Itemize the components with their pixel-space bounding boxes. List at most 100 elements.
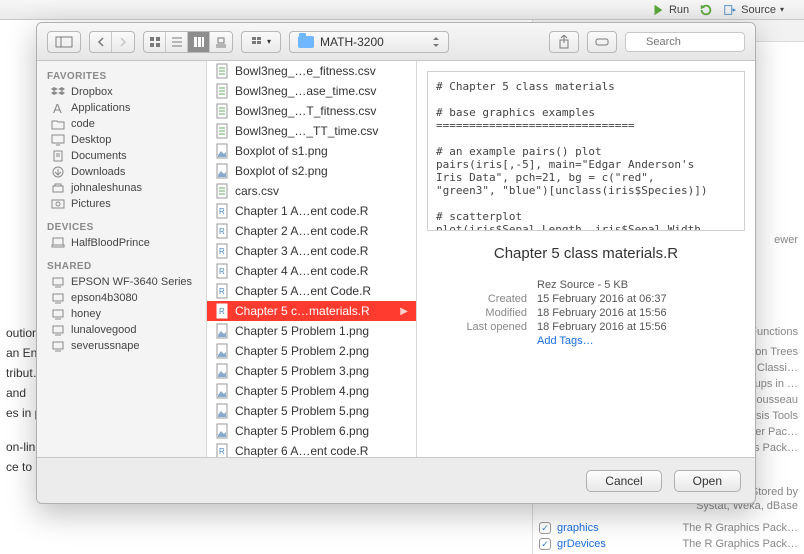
sidebar-icon	[51, 324, 65, 336]
file-name: Chapter 4 A…ent code.R	[235, 264, 368, 278]
arrange-button[interactable]: ▾	[241, 31, 281, 53]
sidebar-item[interactable]: Documents	[37, 148, 206, 164]
sidebar-item[interactable]: epson4b3080	[37, 290, 206, 306]
checkbox-icon[interactable]: ✓	[539, 522, 551, 534]
back-button[interactable]	[90, 32, 112, 52]
file-row[interactable]: Chapter 5 Problem 4.png	[207, 381, 416, 401]
sidebar-header-devices: Devices	[37, 218, 206, 235]
column-view-button[interactable]	[188, 32, 210, 52]
icon-view-button[interactable]	[144, 32, 166, 52]
run-button[interactable]: Run	[651, 3, 689, 17]
file-row[interactable]: Bowl3neg_…T_fitness.csv	[207, 101, 416, 121]
sidebar-item[interactable]: honey	[37, 306, 206, 322]
sidebar-header-favorites: Favorites	[37, 67, 206, 84]
sidebar-item[interactable]: Downloads	[37, 164, 206, 180]
path-popup[interactable]: MATH-3200	[289, 31, 449, 53]
sidebar-item-label: Downloads	[71, 166, 125, 178]
tags-button[interactable]	[587, 31, 617, 53]
file-row[interactable]: RChapter 5 c…materials.R▶	[207, 301, 416, 321]
checkbox-icon[interactable]: ✓	[539, 538, 551, 550]
sidebar-item[interactable]: Desktop	[37, 132, 206, 148]
file-icon	[215, 143, 229, 159]
open-button[interactable]: Open	[674, 470, 741, 492]
sidebar-item-label: Applications	[71, 102, 130, 114]
source-label: Source	[741, 4, 776, 16]
sidebar-item[interactable]: severussnape	[37, 338, 206, 354]
file-row[interactable]: Boxplot of s1.png	[207, 141, 416, 161]
svg-text:R: R	[219, 227, 225, 236]
file-row[interactable]: Chapter 5 Problem 5.png	[207, 401, 416, 421]
file-icon: R	[215, 203, 229, 219]
sidebar-icon	[51, 134, 65, 146]
view-mode-segment	[143, 31, 233, 53]
file-row[interactable]: Chapter 5 Problem 1.png	[207, 321, 416, 341]
file-row[interactable]: Bowl3neg_…_TT_time.csv	[207, 121, 416, 141]
sidebar-icon	[51, 118, 65, 130]
share-button[interactable]	[549, 31, 579, 53]
file-row[interactable]: R Chapter 1 A…ent code.R	[207, 201, 416, 221]
arrange-icon	[251, 36, 265, 48]
file-name: Chapter 1 A…ent code.R	[235, 204, 368, 218]
package-name[interactable]: graphics	[557, 522, 599, 534]
file-name: Chapter 5 Problem 3.png	[235, 364, 369, 378]
bg-fragment: Functions	[750, 326, 798, 338]
coverflow-view-button[interactable]	[210, 32, 232, 52]
file-row[interactable]: cars.csv	[207, 181, 416, 201]
search-field-wrap	[625, 32, 745, 52]
path-label: MATH-3200	[320, 35, 384, 49]
source-button[interactable]: Source ▾	[723, 3, 784, 17]
file-row[interactable]: Chapter 5 Problem 2.png	[207, 341, 416, 361]
sidebar-item[interactable]: code	[37, 116, 206, 132]
open-file-dialog: ▾ MATH-3200 Favorites Dropbox A Applicatio…	[36, 22, 756, 504]
file-row[interactable]: RChapter 5 A…ent Code.R	[207, 281, 416, 301]
file-row[interactable]: Bowl3neg_…e_fitness.csv	[207, 61, 416, 81]
file-row[interactable]: Boxplot of s2.png	[207, 161, 416, 181]
coverflow-icon	[215, 36, 227, 48]
sidebar-item-label: EPSON WF-3640 Series	[71, 276, 192, 288]
file-icon: R	[215, 443, 229, 457]
file-row[interactable]: RChapter 3 A…ent code.R	[207, 241, 416, 261]
svg-text:R: R	[219, 267, 225, 276]
file-icon: R	[215, 223, 229, 239]
file-icon	[215, 363, 229, 379]
meta-created-label: Created	[437, 293, 527, 305]
rstudio-source-toolbar: Run Source ▾	[0, 0, 804, 20]
file-icon	[215, 403, 229, 419]
sidebar-item-label: HalfBloodPrince	[71, 237, 150, 249]
rerun-button[interactable]	[699, 3, 713, 17]
sidebar-item[interactable]: johnaleshunas	[37, 180, 206, 196]
list-view-button[interactable]	[166, 32, 188, 52]
sidebar-item[interactable]: lunalovegood	[37, 322, 206, 338]
sidebar-item[interactable]: A Applications	[37, 100, 206, 116]
file-icon	[215, 423, 229, 439]
sidebar-item[interactable]: EPSON WF-3640 Series	[37, 274, 206, 290]
package-row[interactable]: ✓ graphics The R Graphics Pack…	[539, 520, 798, 536]
file-row[interactable]: RChapter 2 A…ent code.R	[207, 221, 416, 241]
sidebar-item[interactable]: HalfBloodPrince	[37, 235, 206, 251]
sidebar-item[interactable]: Pictures	[37, 196, 206, 212]
file-row[interactable]: Chapter 5 Problem 6.png	[207, 421, 416, 441]
sidebar-icon: A	[51, 102, 65, 114]
file-name: Chapter 5 Problem 2.png	[235, 344, 369, 358]
columns-icon	[193, 36, 205, 48]
forward-button[interactable]	[112, 32, 134, 52]
file-row[interactable]: Chapter 5 Problem 3.png	[207, 361, 416, 381]
file-name: Bowl3neg_…e_fitness.csv	[235, 64, 376, 78]
sidebar-toggle-button[interactable]	[47, 31, 81, 53]
file-icon	[215, 383, 229, 399]
cancel-button[interactable]: Cancel	[586, 470, 661, 492]
file-row[interactable]: RChapter 6 A…ent code.R	[207, 441, 416, 457]
sidebar-item[interactable]: Dropbox	[37, 84, 206, 100]
file-column[interactable]: Bowl3neg_…e_fitness.csv Bowl3neg_…ase_tim…	[207, 61, 417, 457]
file-icon	[215, 83, 229, 99]
file-row[interactable]: R Chapter 4 A…ent code.R	[207, 261, 416, 281]
grid-icon	[149, 36, 161, 48]
file-row[interactable]: Bowl3neg_…ase_time.csv	[207, 81, 416, 101]
search-input[interactable]	[625, 32, 745, 52]
package-name[interactable]: grDevices	[557, 538, 606, 550]
meta-modified-label: Modified	[437, 307, 527, 319]
bg-fragment: The R Graphics Pack…	[682, 522, 798, 534]
package-row[interactable]: ✓ grDevices The R Graphics Pack…	[539, 536, 798, 552]
chevron-left-icon	[96, 37, 106, 47]
add-tags-link[interactable]: Add Tags…	[537, 335, 594, 347]
